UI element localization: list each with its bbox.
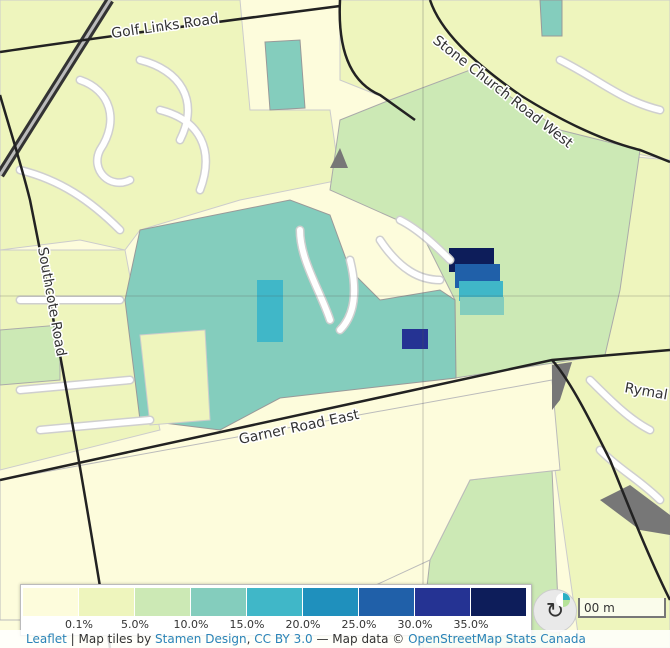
scale-label: 00 m [584,601,615,615]
legend-swatch [23,588,79,616]
legend-swatches [23,588,527,616]
region-block-dark[interactable] [402,329,428,349]
refresh-button[interactable]: ↻ [533,589,577,633]
region-block-20[interactable] [460,297,504,315]
stats-canada-link[interactable]: Stats Canada [506,632,586,646]
region-teal-north[interactable] [264,39,306,111]
attribution-bar: Leaflet | Map tiles by Stamen Design, CC… [0,630,670,648]
legend-swatch [79,588,135,616]
scale-bar: 00 m [578,598,666,618]
region-teal-ne[interactable] [539,0,563,37]
stamen-link[interactable]: Stamen Design [155,632,247,646]
attribution-text-1: | Map tiles by [66,632,156,646]
choropleth-legend: 0.1% 5.0% 10.0% 15.0% 20.0% 25.0% 30.0% 35.0% [20,584,532,636]
map-layer: Golf Links Road Stone Church Road West S… [0,0,670,648]
attribution-text-3: — Map data © [312,632,409,646]
osm-link[interactable]: OpenStreetMap [408,632,502,646]
region-sw-small[interactable] [139,329,211,426]
legend-swatch [191,588,247,616]
legend-swatch [247,588,303,616]
map-canvas[interactable]: Golf Links Road Stone Church Road West S… [0,0,670,648]
pie-chart-icon [556,593,570,607]
region-block-cyan[interactable] [257,280,283,342]
legend-swatch [471,588,527,616]
legend-swatch [415,588,471,616]
legend-swatch [359,588,415,616]
legend-swatch [303,588,359,616]
legend-swatch [135,588,191,616]
leaflet-link[interactable]: Leaflet [26,632,67,646]
license-link[interactable]: CC BY 3.0 [254,632,312,646]
